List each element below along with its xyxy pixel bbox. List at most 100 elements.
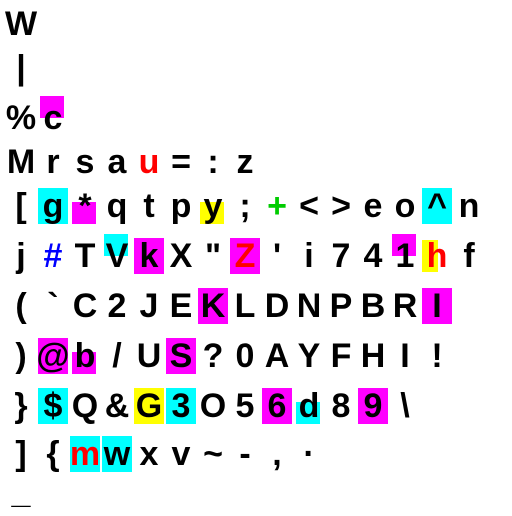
glyph-cell: o <box>390 184 420 228</box>
glyph-char: t <box>143 187 155 225</box>
glyph-cell: D <box>262 284 292 328</box>
glyph-char: U <box>136 337 162 375</box>
glyph-cell: W <box>4 2 38 46</box>
glyph-char: 8 <box>331 387 351 425</box>
glyph-char: N <box>296 287 322 325</box>
glyph-char: ! <box>431 337 443 375</box>
glyph-cell: 1 <box>390 234 420 278</box>
glyph-cell: 0 <box>230 334 260 378</box>
glyph-char: ) <box>15 337 27 375</box>
glyph-cell: V <box>102 234 132 278</box>
glyph-char: a <box>107 143 127 181</box>
glyph-char: F <box>330 337 352 375</box>
glyph-cell: Z <box>230 234 260 278</box>
glyph-cell: O <box>198 384 228 428</box>
glyph-char: L <box>234 287 256 325</box>
glyph-char: > <box>331 187 351 225</box>
glyph-char: k <box>139 237 159 275</box>
glyph-cell: T <box>70 234 100 278</box>
glyph-char: ; <box>239 187 251 225</box>
glyph-cell: Y <box>294 334 324 378</box>
glyph-char: z <box>236 143 254 181</box>
glyph-cell: s <box>70 140 100 184</box>
glyph-row: } $ Q & G 3 O 5 6 d 8 9 \ <box>0 384 512 430</box>
glyph-cell: n <box>454 184 484 228</box>
glyph-char: E <box>169 287 193 325</box>
glyph-cell: [ <box>6 184 36 228</box>
glyph-char: Z <box>234 237 256 275</box>
glyph-cell: N <box>294 284 324 328</box>
glyph-char: ] <box>15 435 27 473</box>
glyph-cell: b <box>70 334 100 378</box>
glyph-char: w <box>103 435 131 473</box>
glyph-char: O <box>199 387 227 425</box>
glyph-cell: m <box>70 432 100 476</box>
glyph-char: I <box>400 337 410 375</box>
glyph-cell: I <box>422 284 452 328</box>
glyph-cell: c <box>38 96 68 140</box>
glyph-char: e <box>363 187 383 225</box>
glyph-cell: H <box>358 334 388 378</box>
glyph-char: , <box>272 435 282 473</box>
glyph-char: M <box>6 143 36 181</box>
glyph-cell: = <box>166 140 196 184</box>
glyph-char: J <box>139 287 159 325</box>
glyph-char: K <box>200 287 226 325</box>
glyph-cell: & <box>102 384 132 428</box>
glyph-char: 7 <box>331 237 351 275</box>
glyph-cell: K <box>198 284 228 328</box>
glyph-cell: ; <box>230 184 260 228</box>
glyph-cell: : <box>198 140 228 184</box>
glyph-char: - <box>239 435 251 473</box>
glyph-char: $ <box>43 387 63 425</box>
glyph-cell: 3 <box>166 384 196 428</box>
glyph-char: ' <box>272 237 282 275</box>
glyph-cell: S <box>166 334 196 378</box>
glyph-char: o <box>394 187 416 225</box>
glyph-cell: a <box>102 140 132 184</box>
glyph-char: T <box>74 237 96 275</box>
glyph-cell: @ <box>36 334 70 378</box>
glyph-char: ^ <box>427 187 447 225</box>
glyph-cell: j <box>6 234 36 278</box>
glyph-row: ) @ b / U S? 0 A Y F H I! <box>0 334 512 380</box>
glyph-char: I <box>432 287 442 325</box>
glyph-char: Q <box>71 387 99 425</box>
glyph-cell: ^ <box>422 184 452 228</box>
glyph-char: D <box>264 287 290 325</box>
glyph-cell: p <box>166 184 196 228</box>
glyph-char: ( <box>15 287 27 325</box>
glyph-char: f <box>463 237 475 275</box>
glyph-char: u <box>138 143 160 181</box>
glyph-char: W <box>4 5 38 43</box>
glyph-cell: h <box>422 234 452 278</box>
glyph-cell: I <box>390 334 420 378</box>
glyph-char: ` <box>47 287 59 325</box>
glyph-cell: 7 <box>326 234 356 278</box>
glyph-cell: 5 <box>230 384 260 428</box>
glyph-char: R <box>392 287 418 325</box>
glyph-cell: q <box>102 184 132 228</box>
glyph-char: [ <box>15 187 27 225</box>
glyph-cell: < <box>294 184 324 228</box>
glyph-cell: 9 <box>358 384 388 428</box>
glyph-cell: t <box>134 184 164 228</box>
glyph-char: ~ <box>203 435 223 473</box>
glyph-cell: k <box>134 234 164 278</box>
glyph-sheet: W |% c Mr s a u =: z[g * q t p y; + < > e o ^ n j # T Vk X " Z ' i 7 4 1… <box>0 0 512 512</box>
glyph-cell: J <box>134 284 164 328</box>
glyph-cell: 8 <box>326 384 356 428</box>
glyph-cell: i <box>294 234 324 278</box>
glyph-char: 3 <box>171 387 191 425</box>
glyph-char: 0 <box>235 337 255 375</box>
glyph-char: " <box>204 237 222 275</box>
glyph-row: Mr s a u =: z <box>0 140 512 186</box>
glyph-row: [g * q t p y; + < > e o ^ n <box>0 184 512 230</box>
glyph-row: W <box>0 2 512 48</box>
glyph-cell: r <box>38 140 68 184</box>
glyph-char: * <box>78 187 92 225</box>
glyph-cell: 2 <box>102 284 132 328</box>
glyph-cell: Q <box>70 384 100 428</box>
glyph-char: ? <box>202 337 224 375</box>
glyph-char: Y <box>297 337 321 375</box>
